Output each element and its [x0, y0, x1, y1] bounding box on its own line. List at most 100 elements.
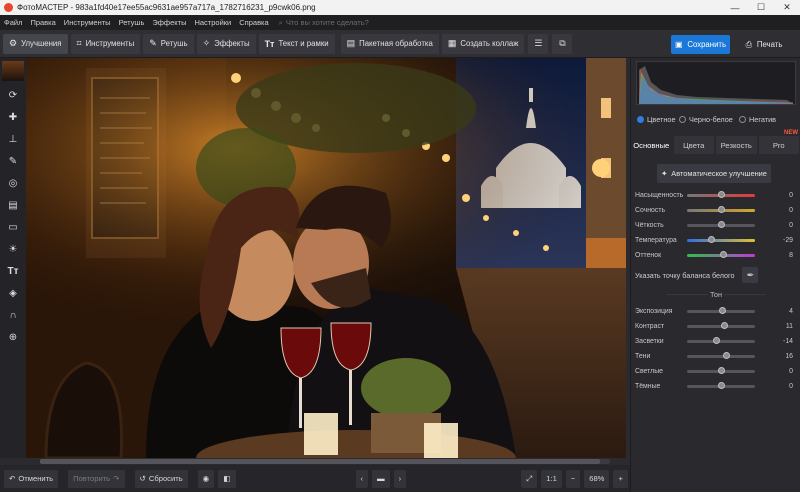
- compare-button[interactable]: ◧: [218, 469, 236, 488]
- slider-track[interactable]: [687, 351, 755, 359]
- zoom-in-button[interactable]: +: [613, 469, 628, 488]
- slider-track[interactable]: [687, 205, 755, 213]
- brush-icon[interactable]: ✎: [0, 150, 26, 172]
- radial-filter-icon[interactable]: ◎: [0, 172, 26, 194]
- slider-track[interactable]: [687, 235, 755, 243]
- horizontal-scrollbar[interactable]: [40, 459, 610, 464]
- batch-processing-button[interactable]: ▤ Пакетная обработка: [340, 33, 439, 54]
- gradient-filter-icon[interactable]: ▤: [0, 194, 26, 216]
- slider-track[interactable]: [687, 366, 755, 374]
- create-collage-button[interactable]: ▦ Создать коллаж: [441, 33, 525, 54]
- redo-button[interactable]: Повторить ↷: [68, 469, 125, 488]
- text-icon[interactable]: Tт: [0, 260, 26, 282]
- tab-basic[interactable]: Основные: [631, 136, 672, 154]
- slider-knob[interactable]: [712, 336, 720, 344]
- slider-track[interactable]: [687, 190, 755, 198]
- photo-canvas[interactable]: [26, 58, 626, 458]
- magic-wand-icon: ✧: [202, 38, 211, 48]
- slider-label: Температура: [635, 236, 677, 244]
- slider-track[interactable]: [687, 336, 755, 344]
- menu-edit[interactable]: Правка: [26, 18, 59, 27]
- tab-colors[interactable]: Цвета: [673, 136, 714, 154]
- chevron-right-icon: ›: [398, 474, 402, 483]
- tab-enhancements[interactable]: ⚙ Улучшения: [3, 33, 68, 54]
- slider-track[interactable]: [687, 381, 755, 389]
- stamp-icon[interactable]: ⊥: [0, 128, 26, 150]
- slider-knob[interactable]: [720, 321, 728, 329]
- menu-retouch[interactable]: Ретушь: [115, 18, 149, 27]
- slider-track[interactable]: [687, 220, 755, 228]
- brush-icon: ✎: [149, 38, 157, 48]
- tab-pro[interactable]: Pro NEW: [758, 130, 799, 154]
- reset-button[interactable]: ↺ Сбросить: [134, 469, 188, 488]
- slider-knob[interactable]: [718, 306, 726, 314]
- globe-icon[interactable]: ⊕: [0, 326, 26, 348]
- mode-color[interactable]: Цветное: [637, 115, 676, 124]
- tab-text-frames[interactable]: Tт Текст и рамки: [258, 33, 335, 54]
- tab-tools[interactable]: ⌗ Инструменты: [70, 33, 141, 54]
- scrollbar-thumb[interactable]: [40, 459, 600, 464]
- slider-row: Тени 16: [635, 350, 797, 362]
- menu-effects[interactable]: Эффекты: [148, 18, 190, 27]
- fit-screen-button[interactable]: ⤢: [521, 469, 538, 488]
- slider-label: Насыщенность: [635, 191, 684, 199]
- slider-track[interactable]: [687, 250, 755, 258]
- preview-eye-button[interactable]: ◉: [197, 469, 215, 488]
- tab-sharpness[interactable]: Резкость: [716, 136, 757, 154]
- slider-knob[interactable]: [717, 220, 725, 228]
- auto-enhance-button[interactable]: ✦ Автоматическое улучшение: [657, 164, 771, 183]
- tab-effects[interactable]: ✧ Эффекты: [196, 33, 256, 54]
- slider-value: 0: [789, 367, 793, 375]
- histogram: [636, 61, 796, 105]
- slider-value: 0: [789, 221, 793, 229]
- slider-track[interactable]: [687, 306, 755, 314]
- save-icon: ▣: [674, 40, 683, 49]
- photo-thumbnail[interactable]: [2, 61, 24, 81]
- slider-label: Засветки: [635, 337, 664, 345]
- slider-value: 0: [789, 191, 793, 199]
- minimize-icon[interactable]: —: [722, 0, 748, 15]
- list-settings-icon[interactable]: ☰: [528, 33, 549, 54]
- slider-track[interactable]: [687, 321, 755, 329]
- mode-bw[interactable]: Черно-белое: [679, 115, 733, 124]
- undo-button[interactable]: ↶ Отменить: [4, 469, 59, 488]
- close-icon[interactable]: ✕: [774, 0, 800, 15]
- search-box[interactable]: ⌕ Что вы хотите сделать?: [279, 18, 369, 28]
- slider-knob[interactable]: [717, 190, 725, 198]
- print-button[interactable]: ⎙ Печать: [736, 35, 792, 54]
- prev-image-button[interactable]: ‹: [355, 469, 369, 488]
- slider-knob[interactable]: [717, 205, 725, 213]
- slider-knob[interactable]: [707, 235, 715, 243]
- rotate-icon[interactable]: ⟳: [0, 84, 26, 106]
- search-input[interactable]: Что вы хотите сделать?: [286, 18, 369, 27]
- menu-settings[interactable]: Настройки: [190, 18, 235, 27]
- compare-icon: ◧: [223, 474, 231, 483]
- history-icon[interactable]: ⧉: [552, 33, 573, 54]
- save-button[interactable]: ▣ Сохранить: [671, 35, 730, 54]
- slider-value: 0: [789, 382, 793, 390]
- zoom-out-button[interactable]: −: [565, 469, 581, 488]
- open-folder-button[interactable]: ▬: [372, 469, 390, 488]
- app-icon: [4, 3, 13, 12]
- slider-knob[interactable]: [720, 250, 728, 258]
- slider-knob[interactable]: [717, 366, 725, 374]
- minus-icon: −: [570, 474, 576, 483]
- bandage-icon[interactable]: ✚: [0, 106, 26, 128]
- left-tool-strip: ⟳ ✚ ⊥ ✎ ◎ ▤ ▭ ☀ Tт ◈ ∩ ⊕: [0, 58, 26, 458]
- maximize-icon[interactable]: ☐: [748, 0, 774, 15]
- collage-icon: ▦: [447, 38, 457, 48]
- next-image-button[interactable]: ›: [393, 469, 407, 488]
- vignette-icon[interactable]: ▭: [0, 216, 26, 238]
- mode-negative[interactable]: Негатив: [739, 115, 776, 124]
- magnet-icon[interactable]: ∩: [0, 304, 26, 326]
- slider-knob[interactable]: [722, 351, 730, 359]
- eyedropper-icon[interactable]: ✒: [742, 267, 759, 283]
- menu-tools[interactable]: Инструменты: [60, 18, 115, 27]
- menu-file[interactable]: Файл: [0, 18, 26, 27]
- light-icon[interactable]: ☀: [0, 238, 26, 260]
- fill-icon[interactable]: ◈: [0, 282, 26, 304]
- tab-retouch[interactable]: ✎ Ретушь: [143, 33, 194, 54]
- zoom-one-to-one[interactable]: 1:1: [541, 469, 562, 488]
- menu-help[interactable]: Справка: [235, 18, 272, 27]
- slider-knob[interactable]: [717, 381, 725, 389]
